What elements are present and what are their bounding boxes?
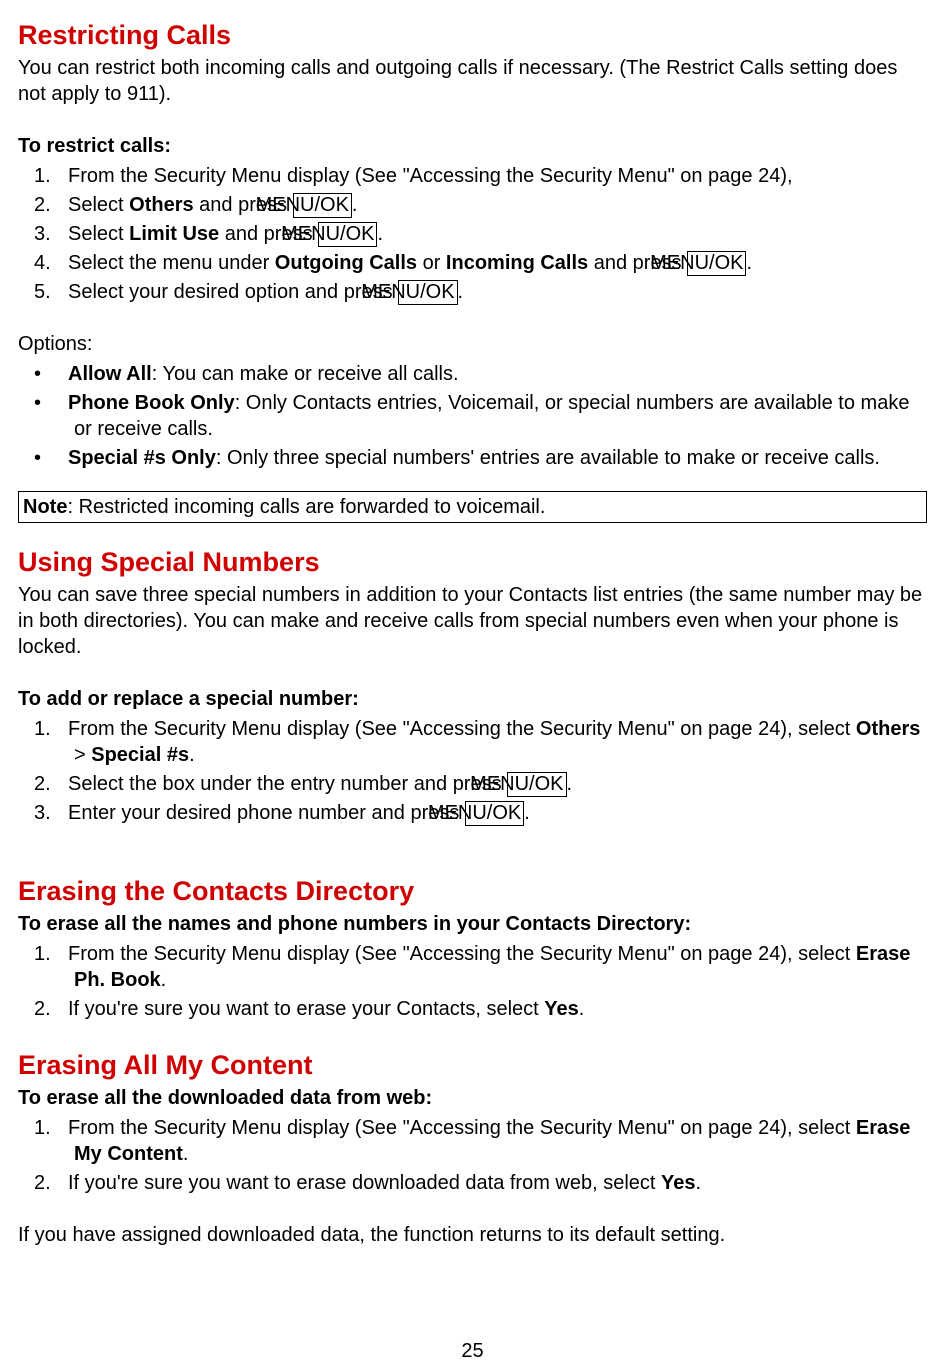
- step-text: >: [74, 744, 91, 766]
- menu-ok-key: MENU/OK: [465, 801, 524, 826]
- options-list: •Allow All: You can make or receive all …: [18, 361, 927, 471]
- menu-ok-key: MENU/OK: [687, 251, 746, 276]
- step-text: .: [579, 998, 585, 1020]
- list-item: 4.Select the menu under Outgoing Calls o…: [18, 250, 927, 276]
- step-bold: Incoming Calls: [446, 252, 588, 274]
- list-item: •Phone Book Only: Only Contacts entries,…: [18, 390, 927, 442]
- step-text: .: [161, 969, 167, 991]
- step-text: From the Security Menu display (See "Acc…: [68, 1117, 856, 1139]
- restrict-calls-steps: 1.From the Security Menu display (See "A…: [18, 163, 927, 305]
- list-item: 1.From the Security Menu display (See "A…: [18, 163, 927, 189]
- step-text: .: [183, 1143, 189, 1165]
- step-bold: Outgoing Calls: [275, 252, 417, 274]
- step-bold: Limit Use: [129, 223, 219, 245]
- subheading-add-special-number: To add or replace a special number:: [18, 686, 927, 712]
- step-text: Select: [68, 223, 129, 245]
- heading-special-numbers: Using Special Numbers: [18, 545, 927, 580]
- step-text: or: [417, 252, 446, 274]
- list-item: •Allow All: You can make or receive all …: [18, 361, 927, 387]
- option-text: : You can make or receive all calls.: [152, 363, 459, 385]
- heading-erasing-content: Erasing All My Content: [18, 1048, 927, 1083]
- step-text: Select the menu under: [68, 252, 275, 274]
- subheading-to-restrict-calls: To restrict calls:: [18, 133, 927, 159]
- special-number-steps: 1.From the Security Menu display (See "A…: [18, 716, 927, 826]
- list-item: •Special #s Only: Only three special num…: [18, 445, 927, 471]
- option-text: : Only three special numbers' entries ar…: [216, 447, 880, 469]
- trailing-note: If you have assigned downloaded data, th…: [18, 1222, 927, 1248]
- options-label: Options:: [18, 331, 927, 357]
- erase-contacts-steps: 1.From the Security Menu display (See "A…: [18, 941, 927, 1022]
- step-text: From the Security Menu display (See "Acc…: [68, 718, 856, 740]
- list-item: 2.If you're sure you want to erase downl…: [18, 1170, 927, 1196]
- menu-ok-key: MENU/OK: [293, 193, 352, 218]
- step-text: From the Security Menu display (See "Acc…: [68, 943, 856, 965]
- step-bold: Others: [129, 194, 193, 216]
- step-bold: Others: [856, 718, 920, 740]
- step-text: .: [377, 223, 383, 245]
- step-text: .: [189, 744, 195, 766]
- option-bold: Allow All: [68, 363, 152, 385]
- step-text: .: [696, 1172, 702, 1194]
- option-bold: Special #s Only: [68, 447, 216, 469]
- step-bold: Special #s: [91, 744, 189, 766]
- subheading-erase-content: To erase all the downloaded data from we…: [18, 1085, 927, 1111]
- list-item: 3.Enter your desired phone number and pr…: [18, 800, 927, 826]
- list-item: 3.Select Limit Use and press MENU/OK.: [18, 221, 927, 247]
- note-label: Note: [23, 496, 67, 518]
- step-text: If you're sure you want to erase your Co…: [68, 998, 544, 1020]
- note-text: : Restricted incoming calls are forwarde…: [67, 496, 545, 518]
- list-item: 2.Select Others and press MENU/OK.: [18, 192, 927, 218]
- step-bold: Yes: [544, 998, 578, 1020]
- list-item: 2.Select the box under the entry number …: [18, 771, 927, 797]
- step-text: .: [458, 281, 464, 303]
- list-item: 1.From the Security Menu display (See "A…: [18, 716, 927, 768]
- step-text: Select the box under the entry number an…: [68, 773, 507, 795]
- heading-erasing-contacts: Erasing the Contacts Directory: [18, 874, 927, 909]
- step-text: From the Security Menu display (See "Acc…: [68, 165, 793, 187]
- step-text: Select your desired option and press: [68, 281, 398, 303]
- step-text: Enter your desired phone number and pres…: [68, 802, 465, 824]
- subheading-erase-contacts: To erase all the names and phone numbers…: [18, 911, 927, 937]
- step-bold: Yes: [661, 1172, 695, 1194]
- note-box: Note: Restricted incoming calls are forw…: [18, 491, 927, 523]
- step-text: Select: [68, 194, 129, 216]
- step-text: If you're sure you want to erase downloa…: [68, 1172, 661, 1194]
- menu-ok-key: MENU/OK: [507, 772, 566, 797]
- step-text: .: [352, 194, 358, 216]
- step-text: .: [746, 252, 752, 274]
- list-item: 1.From the Security Menu display (See "A…: [18, 941, 927, 993]
- list-item: 5.Select your desired option and press M…: [18, 279, 927, 305]
- option-bold: Phone Book Only: [68, 392, 235, 414]
- intro-restricting-calls: You can restrict both incoming calls and…: [18, 55, 927, 107]
- menu-ok-key: MENU/OK: [318, 222, 377, 247]
- menu-ok-key: MENU/OK: [398, 280, 457, 305]
- page-number: 25: [18, 1338, 927, 1364]
- list-item: 1.From the Security Menu display (See "A…: [18, 1115, 927, 1167]
- step-text: .: [567, 773, 573, 795]
- erase-content-steps: 1.From the Security Menu display (See "A…: [18, 1115, 927, 1196]
- list-item: 2.If you're sure you want to erase your …: [18, 996, 927, 1022]
- heading-restricting-calls: Restricting Calls: [18, 18, 927, 53]
- step-text: .: [524, 802, 530, 824]
- intro-special-numbers: You can save three special numbers in ad…: [18, 582, 927, 660]
